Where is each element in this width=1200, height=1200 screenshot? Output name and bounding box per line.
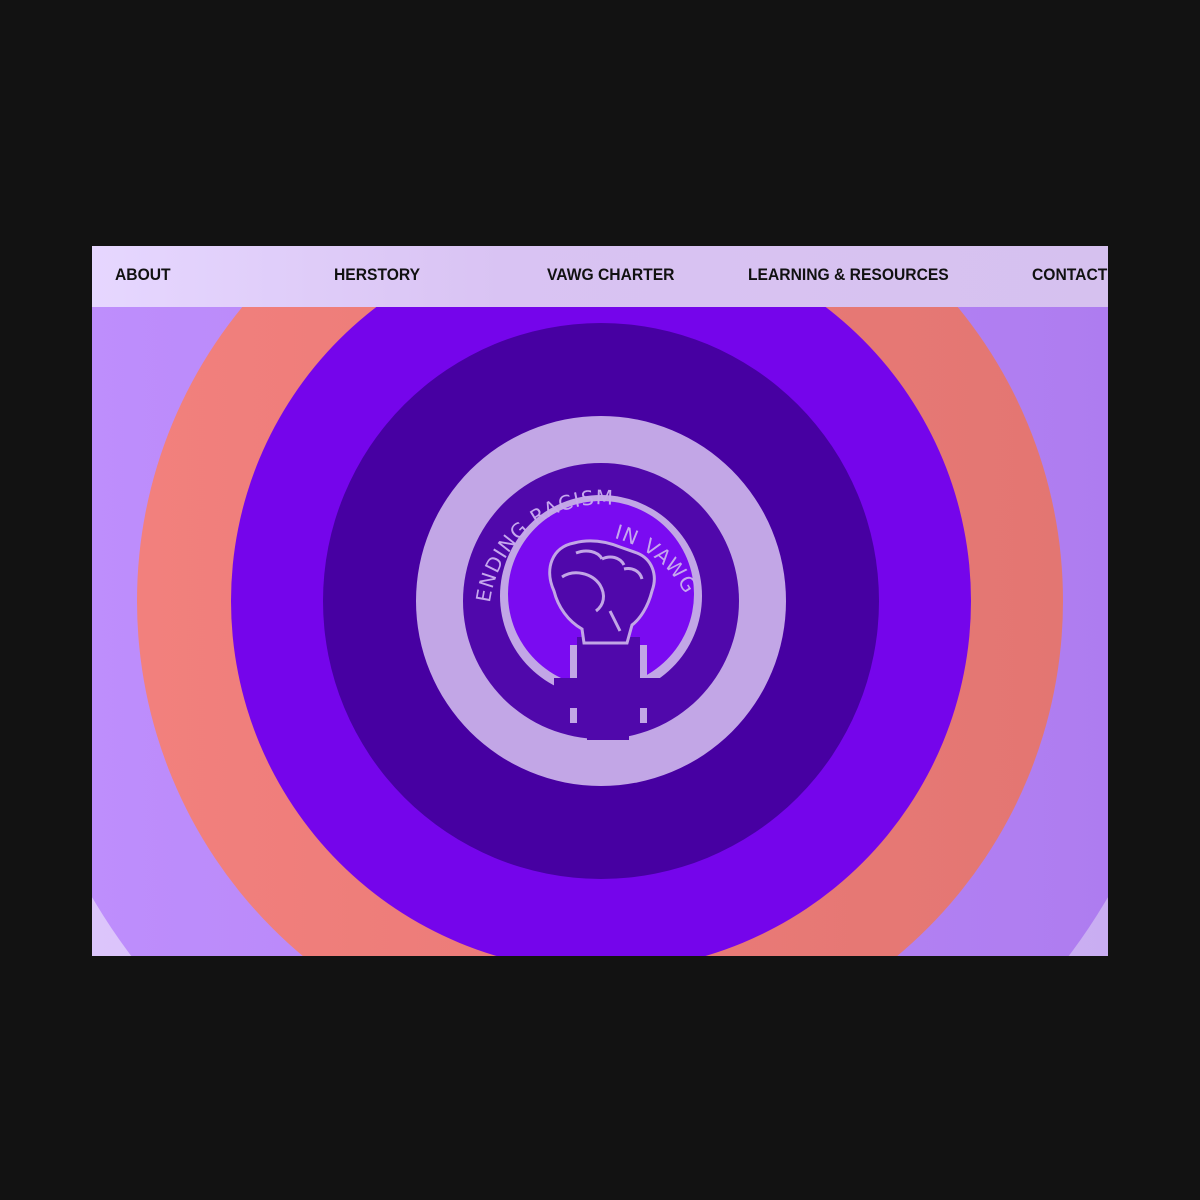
- top-navigation: ABOUT HERSTORY VAWG CHARTER LEARNING & R…: [92, 246, 1108, 307]
- concentric-rings-graphic: ENDING RACISM IN VAWG: [92, 307, 1108, 956]
- nav-learning-resources[interactable]: LEARNING & RESOURCES: [748, 265, 949, 285]
- website-screenshot: ABOUT HERSTORY VAWG CHARTER LEARNING & R…: [92, 246, 1108, 956]
- nav-about[interactable]: ABOUT: [115, 265, 171, 285]
- nav-contact[interactable]: CONTACT: [1032, 265, 1107, 285]
- nav-herstory[interactable]: HERSTORY: [334, 265, 420, 285]
- hero-banner: ENDING RACISM IN VAWG: [92, 307, 1108, 956]
- nav-vawg-charter[interactable]: VAWG CHARTER: [547, 265, 674, 285]
